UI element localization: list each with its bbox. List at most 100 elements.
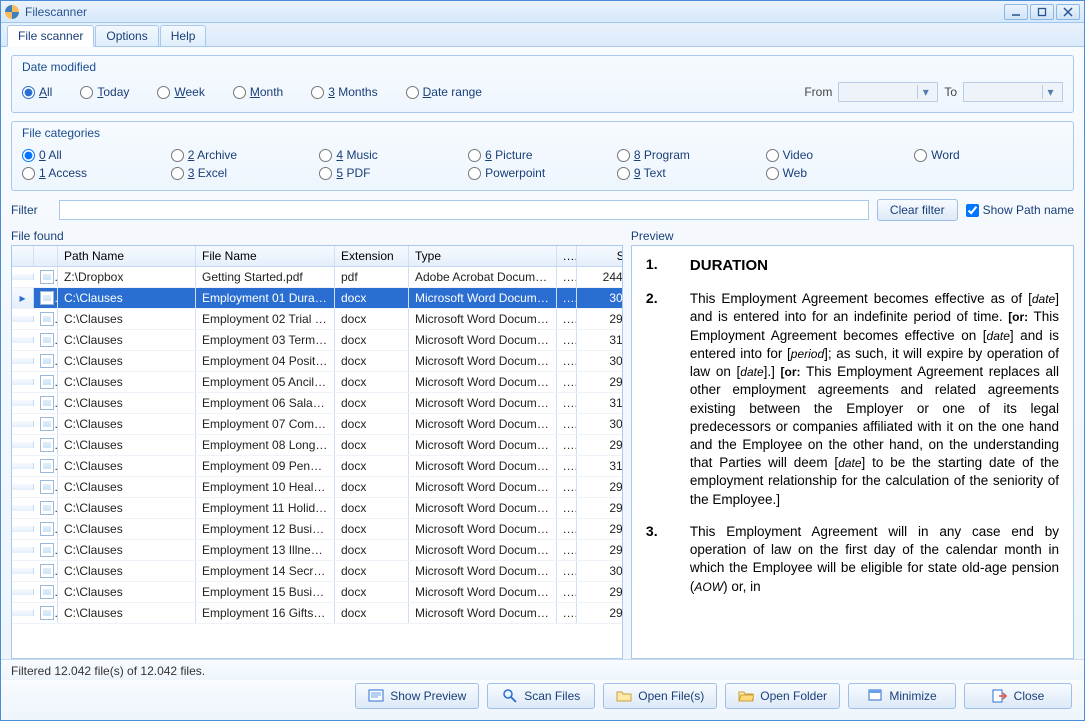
panel-date-modified-title: Date modified [22, 60, 1063, 74]
window-maximize-button[interactable] [1030, 4, 1054, 20]
cat-radio-excel[interactable]: 3 Excel [171, 166, 320, 180]
file-grid[interactable]: Path Name File Name Extension Type ... S… [11, 245, 623, 659]
grid-col-indicator[interactable] [12, 246, 34, 266]
cat-radio-web[interactable]: Web [766, 166, 915, 180]
file-icon [34, 477, 58, 498]
table-row[interactable]: C:\ClausesEmployment 10 Health Ca...docx… [12, 477, 622, 498]
grid-col-filename[interactable]: File Name [196, 246, 335, 266]
date-radio-date-range[interactable]: Date range [406, 85, 482, 99]
titlebar: Filescanner [1, 1, 1084, 23]
preview-label: Preview [631, 229, 1074, 243]
table-row[interactable]: ▸C:\ClausesEmployment 01 Duration....doc… [12, 288, 622, 309]
grid-col-type[interactable]: Type [409, 246, 557, 266]
grid-col-size[interactable]: Size [577, 246, 623, 266]
table-row[interactable]: C:\ClausesEmployment 09 Pension.d...docx… [12, 456, 622, 477]
open-folder-button[interactable]: Open Folder [725, 683, 840, 709]
date-from-dropdown[interactable]: ▾ [838, 82, 938, 102]
file-icon [34, 540, 58, 561]
main-tabs: File scanner Options Help [1, 23, 1084, 47]
tab-help[interactable]: Help [160, 25, 207, 46]
table-row[interactable]: C:\ClausesEmployment 04 Position.d...doc… [12, 351, 622, 372]
preview-panel[interactable]: 1.DURATION2.This Employment Agreement be… [631, 245, 1074, 659]
search-icon [502, 688, 518, 704]
tab-file-scanner[interactable]: File scanner [7, 25, 94, 47]
table-row[interactable]: C:\ClausesEmployment 02 Trial Perio...do… [12, 309, 622, 330]
file-icon [34, 267, 58, 287]
window-minimize-button[interactable] [1004, 4, 1028, 20]
window-title: Filescanner [25, 5, 87, 19]
table-row[interactable]: C:\ClausesEmployment 14 Secrecy a...docx… [12, 561, 622, 582]
table-row[interactable]: C:\ClausesEmployment 06 Salary an...docx… [12, 393, 622, 414]
close-button[interactable]: Close [964, 683, 1072, 709]
filter-label: Filter [11, 203, 51, 217]
clear-filter-button[interactable]: Clear filter [877, 199, 958, 221]
folder-open-icon [616, 688, 632, 704]
date-radio-week[interactable]: Week [157, 85, 204, 99]
panel-date-modified: Date modified All Today Week Month 3 Months D… [11, 55, 1074, 113]
file-icon [34, 561, 58, 582]
show-preview-button[interactable]: Show Preview [355, 683, 479, 709]
preview-paragraph: 1.DURATION [646, 256, 1059, 276]
grid-header: Path Name File Name Extension Type ... S… [12, 246, 622, 267]
cat-radio-all[interactable]: 0 All [22, 148, 171, 162]
tab-options[interactable]: Options [95, 25, 158, 46]
file-icon [34, 330, 58, 351]
exit-icon [992, 688, 1008, 704]
open-files-button[interactable]: Open File(s) [603, 683, 717, 709]
panel-file-categories-title: File categories [22, 126, 1063, 140]
table-row[interactable]: C:\ClausesEmployment 16 Gifts.docxdocxMi… [12, 603, 622, 624]
table-row[interactable]: C:\ClausesEmployment 11 Holidays....docx… [12, 498, 622, 519]
minimize-button[interactable]: Minimize [848, 683, 956, 709]
date-radio-month[interactable]: Month [233, 85, 283, 99]
cat-radio-powerpoint[interactable]: Powerpoint [468, 166, 617, 180]
cat-radio-word[interactable]: Word [914, 148, 1063, 162]
cat-radio-archive[interactable]: 2 Archive [171, 148, 320, 162]
grid-col-extension[interactable]: Extension [335, 246, 409, 266]
window-close-button[interactable] [1056, 4, 1080, 20]
table-row[interactable]: C:\ClausesEmployment 12 Business ...docx… [12, 519, 622, 540]
file-icon [34, 309, 58, 330]
cat-radio-text[interactable]: 9 Text [617, 166, 766, 180]
minimize-icon [867, 688, 883, 704]
file-icon [34, 351, 58, 372]
cat-radio-picture[interactable]: 6 Picture [468, 148, 617, 162]
date-radio-all[interactable]: All [22, 85, 52, 99]
cat-radio-pdf[interactable]: 5 PDF [319, 166, 468, 180]
file-icon [34, 603, 58, 624]
file-icon [34, 435, 58, 456]
file-icon [34, 456, 58, 477]
preview-icon [368, 688, 384, 704]
table-row[interactable]: C:\ClausesEmployment 13 Illness.docxdocx… [12, 540, 622, 561]
table-row[interactable]: C:\ClausesEmployment 08 Long-Ter...docxM… [12, 435, 622, 456]
filter-input[interactable] [59, 200, 869, 220]
file-icon [34, 414, 58, 435]
table-row[interactable]: C:\ClausesEmployment 07 Company...docxMi… [12, 414, 622, 435]
show-path-name-checkbox[interactable]: Show Path name [966, 203, 1074, 217]
cat-radio-music[interactable]: 4 Music [319, 148, 468, 162]
file-icon [34, 519, 58, 540]
file-icon [34, 372, 58, 393]
grid-col-dots[interactable]: ... [557, 246, 577, 266]
cat-radio-video[interactable]: Video [766, 148, 915, 162]
date-radio-today[interactable]: Today [80, 85, 129, 99]
show-path-name-label: Show Path name [983, 203, 1074, 217]
cat-radio-program[interactable]: 8 Program [617, 148, 766, 162]
date-radio-3-months[interactable]: 3 Months [311, 85, 377, 99]
file-icon [34, 498, 58, 519]
date-to-dropdown[interactable]: ▾ [963, 82, 1063, 102]
grid-col-path[interactable]: Path Name [58, 246, 196, 266]
table-row[interactable]: C:\ClausesEmployment 15 Business ...docx… [12, 582, 622, 603]
status-bar: Filtered 12.042 file(s) of 12.042 files. [1, 659, 1084, 680]
cat-radio-access[interactable]: 1 Access [22, 166, 171, 180]
date-range-controls: From▾To▾ [804, 82, 1063, 102]
grid-col-icon[interactable] [34, 246, 58, 266]
table-row[interactable]: Z:\DropboxGetting Started.pdfpdfAdobe Ac… [12, 267, 622, 288]
scan-files-button[interactable]: Scan Files [487, 683, 595, 709]
filter-row: Filter Clear filter Show Path name [11, 199, 1074, 221]
table-row[interactable]: C:\ClausesEmployment 05 Ancillary ...doc… [12, 372, 622, 393]
panel-file-categories: File categories 0 All2 Archive4 Music6 P… [11, 121, 1074, 191]
table-row[interactable]: C:\ClausesEmployment 03 Terminati...docx… [12, 330, 622, 351]
file-icon [34, 393, 58, 414]
file-found-label: File found [11, 229, 623, 243]
app-icon [5, 5, 19, 19]
